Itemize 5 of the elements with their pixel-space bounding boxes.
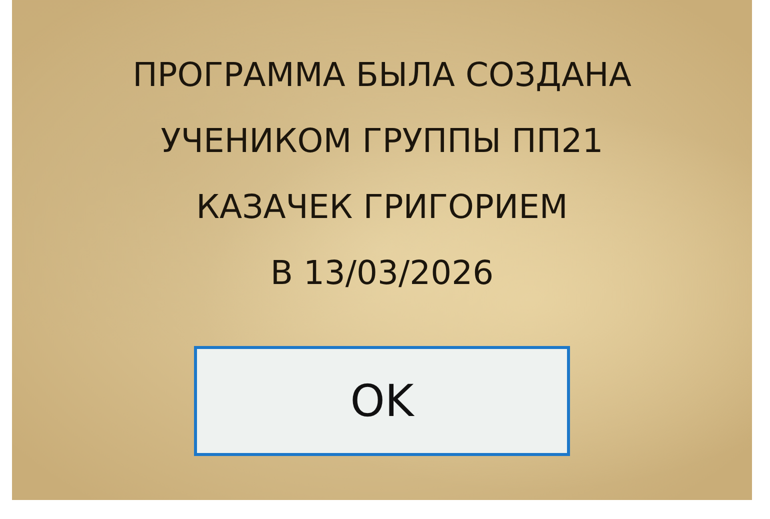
ok-button[interactable]: OK <box>194 346 570 456</box>
message-line: В 13/03/2026 <box>270 252 494 294</box>
message-line: ПРОГРАММА БЫЛА СОЗДАНА <box>132 54 632 96</box>
message-line: КАЗАЧЕК ГРИГОРИЕМ <box>196 186 568 228</box>
message-line: УЧЕНИКОМ ГРУППЫ ПП21 <box>160 120 604 162</box>
